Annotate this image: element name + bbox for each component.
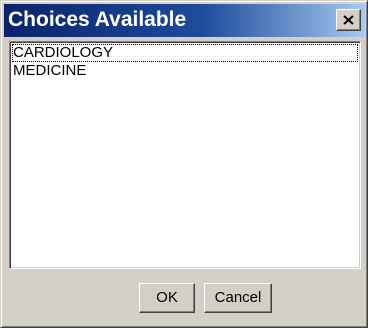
list-item-label: MEDICINE bbox=[13, 62, 87, 79]
close-button[interactable] bbox=[336, 9, 361, 31]
cancel-button[interactable]: Cancel bbox=[204, 283, 272, 313]
choices-listbox[interactable]: CARDIOLOGY MEDICINE bbox=[9, 41, 361, 269]
title-bar[interactable]: Choices Available bbox=[4, 4, 365, 37]
list-item-medicine[interactable]: MEDICINE bbox=[12, 62, 358, 80]
list-item-cardiology[interactable]: CARDIOLOGY bbox=[12, 44, 358, 62]
list-item-label: CARDIOLOGY bbox=[13, 44, 114, 61]
choices-dialog: Choices Available CARDIOLOGY MEDICINE OK… bbox=[0, 0, 368, 328]
window-title: Choices Available bbox=[8, 8, 187, 31]
close-icon bbox=[343, 15, 354, 25]
ok-button[interactable]: OK bbox=[139, 283, 195, 313]
